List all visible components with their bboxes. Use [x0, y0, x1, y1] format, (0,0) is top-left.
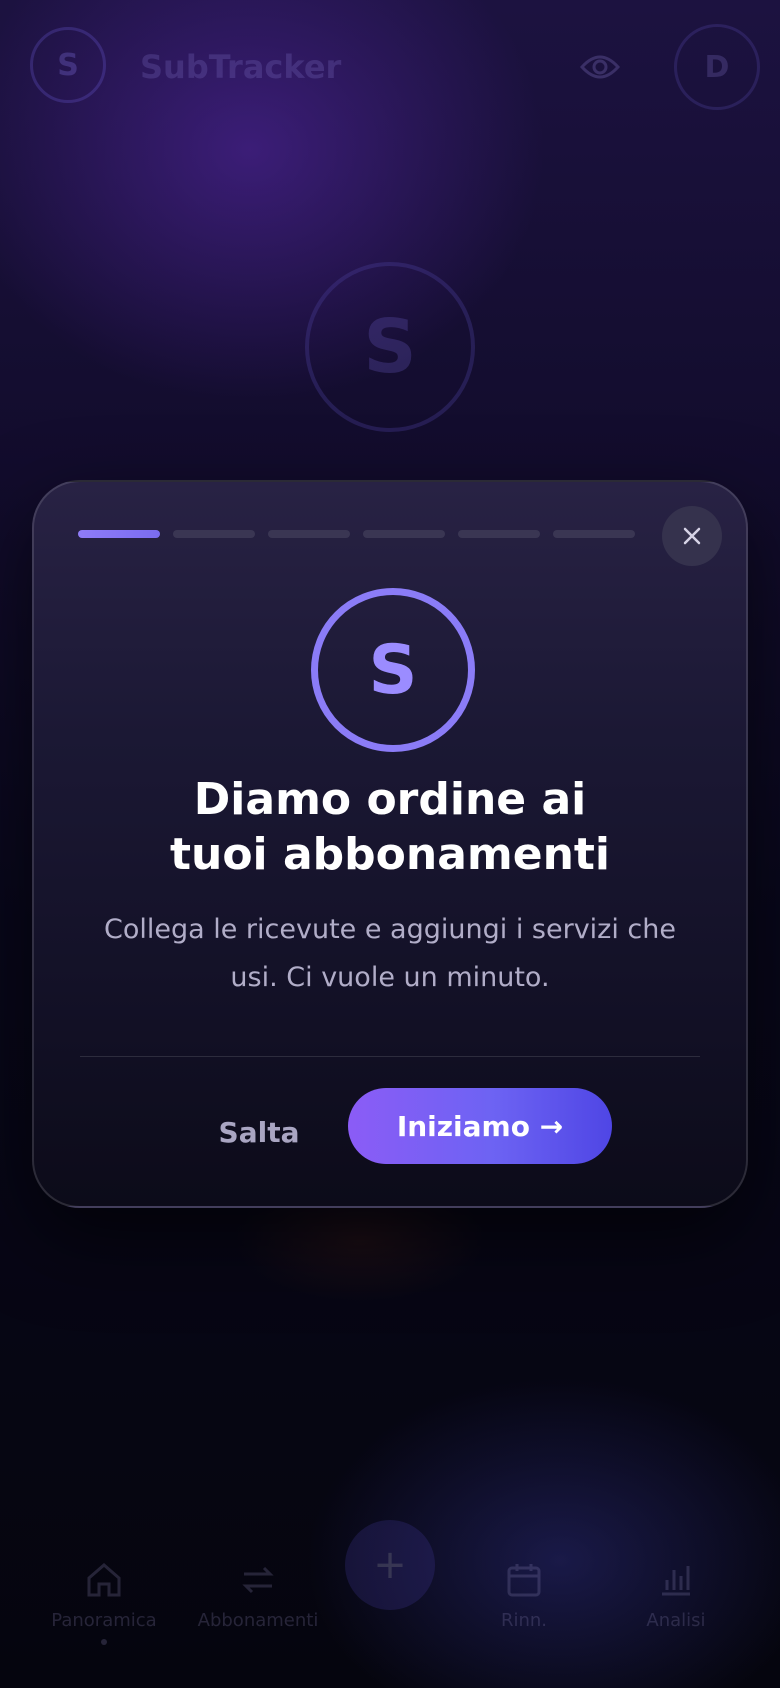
calendar-icon: [507, 1564, 541, 1597]
nav-label: Analisi: [646, 1610, 706, 1631]
eye-icon[interactable]: [579, 52, 621, 86]
dialog-title-line2: tuoi abbonamenti: [169, 829, 611, 880]
step-indicator: [268, 530, 350, 538]
dialog-description: Collega le ricevute e aggiungi i servizi…: [103, 914, 676, 993]
active-indicator: [101, 1639, 107, 1645]
onboarding-dialog: S Diamo ordine ai tuoi abbonamenti Colle…: [32, 480, 748, 1208]
close-button[interactable]: [662, 506, 722, 566]
close-icon: [683, 527, 701, 545]
dialog-logo: S: [311, 588, 475, 752]
swap-icon: [242, 1566, 274, 1594]
nav-item-overview[interactable]: Panoramica: [24, 1560, 184, 1645]
divider: [80, 1056, 700, 1057]
dialog-title: Diamo ordine ai tuoi abbonamenti: [74, 772, 706, 882]
background-logo: S: [305, 262, 475, 432]
skip-button[interactable]: Salta: [184, 1116, 334, 1149]
nav-item-analytics[interactable]: Analisi: [596, 1560, 756, 1631]
nav-item-subscriptions[interactable]: Abbonamenti: [178, 1560, 338, 1631]
add-button[interactable]: +: [345, 1520, 435, 1610]
nav-label: Panoramica: [51, 1610, 157, 1631]
start-button[interactable]: Iniziamo →: [348, 1088, 612, 1164]
app-header: S SubTracker D: [30, 22, 760, 112]
app-logo: S: [30, 27, 106, 103]
step-indicator: [363, 530, 445, 538]
app-title: SubTracker: [140, 48, 342, 86]
home-icon: [87, 1563, 121, 1597]
step-progress: [78, 530, 635, 538]
chart-icon: [662, 1566, 690, 1596]
step-indicator: [553, 530, 635, 538]
nav-item-renewals[interactable]: Rinn.: [444, 1560, 604, 1631]
nav-label: Abbonamenti: [197, 1610, 319, 1631]
bottom-nav: Panoramica Abbonamenti + Rinn. Analisi: [0, 1520, 780, 1680]
dialog-title-line1: Diamo ordine ai: [193, 774, 587, 825]
step-indicator: [458, 530, 540, 538]
avatar[interactable]: D: [674, 24, 760, 110]
step-indicator-active: [78, 530, 160, 538]
step-indicator: [173, 530, 255, 538]
nav-label: Rinn.: [500, 1610, 548, 1631]
